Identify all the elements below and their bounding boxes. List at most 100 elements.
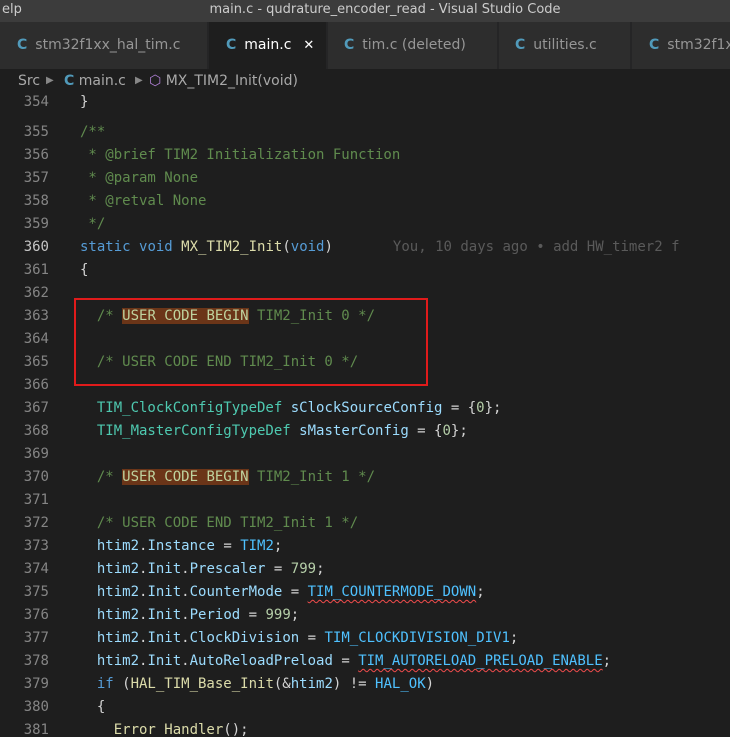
code-text: /* USER CODE BEGIN TIM2_Init 1 */ [80, 469, 376, 485]
code-line: 363 /* USER CODE BEGIN TIM2_Init 0 */ [0, 305, 730, 328]
line-number: 378 [23, 653, 49, 669]
tab-stm32f1xx-hal-tim[interactable]: Cstm32f1xx_hal_tim.c [0, 22, 208, 69]
tab-tim-c-deleted[interactable]: Ctim.c (deleted) [328, 22, 498, 69]
line-number: 377 [23, 630, 49, 646]
line-number: 362 [23, 285, 49, 301]
code-line: 361 { [0, 259, 730, 282]
code-line-current: 360 static void MX_TIM2_Init(void) You, 10… [0, 236, 730, 259]
code-text: /* USER CODE BEGIN TIM2_Init 0 */ [80, 308, 376, 324]
code-line: 373 htim2.Instance = TIM2; [0, 535, 730, 558]
code-line: 359 */ [0, 213, 730, 236]
code-text: /* USER CODE END TIM2_Init 1 */ [80, 515, 359, 531]
breadcrumb-folder[interactable]: Src [18, 69, 40, 93]
code-text: htim2.Init.Period = 999; [96, 607, 300, 623]
line-number: 369 [23, 446, 49, 462]
line-number: 381 [23, 722, 49, 737]
code-line: 380 { [0, 696, 730, 719]
c-file-icon: C [64, 73, 75, 89]
window-title: main.c - qudrature_encoder_read - Visual… [209, 2, 561, 17]
tab-label: tim.c (deleted) [362, 37, 466, 53]
code-line: 356 * @brief TIM2 Initialization Functio… [0, 144, 730, 167]
title-bar: elp main.c - qudrature_encoder_read - Vi… [0, 0, 730, 22]
line-number: 359 [23, 216, 49, 232]
c-file-icon: C [649, 37, 660, 53]
line-number: 357 [23, 170, 49, 186]
code-line: 377 htim2.Init.ClockDivision = TIM_CLOCK… [0, 627, 730, 650]
line-number: 356 [23, 147, 49, 163]
line-number: 360 [23, 239, 49, 255]
code-line: 381 Error_Handler(); [0, 719, 730, 737]
code-text: htim2.Init.Prescaler = 799; [96, 561, 325, 577]
line-number: 367 [23, 400, 49, 416]
method-cube-icon: ⬡ [149, 73, 162, 89]
code-text: */ [80, 216, 106, 232]
line-number: 371 [23, 492, 49, 508]
line-number: 361 [23, 262, 49, 278]
git-blame-annotation: You, 10 days ago • add HW_timer2 f [392, 239, 680, 255]
breadcrumb-file[interactable]: C main.c [64, 69, 126, 93]
code-line: 372 /* USER CODE END TIM2_Init 1 */ [0, 512, 730, 535]
c-file-icon: C [226, 37, 237, 53]
code-text: * @param None [80, 170, 199, 186]
line-number: 358 [23, 193, 49, 209]
breadcrumb: Src ▶ C main.c ▶ ⬡ MX_TIM2_Init(void) [0, 69, 730, 93]
tab-label: stm32f1xx_hal_tim.c [35, 37, 181, 53]
c-file-icon: C [344, 37, 355, 53]
code-text: htim2.Init.AutoReloadPreload = TIM_AUTOR… [96, 653, 612, 669]
line-number: 380 [23, 699, 49, 715]
code-line: 358 * @retval None [0, 190, 730, 213]
code-line: 369 [0, 443, 730, 466]
code-text: TIM_ClockConfigTypeDef sClockSourceConfi… [96, 400, 502, 416]
breadcrumb-symbol-label: MX_TIM2_Init(void) [165, 73, 298, 89]
line-number: 374 [23, 561, 49, 577]
tab-main-c[interactable]: Cmain.c ✕ [209, 22, 327, 69]
line-number: 365 [23, 354, 49, 370]
tab-utilities-c[interactable]: Cutilities.c [499, 22, 631, 69]
code-line: 376 htim2.Init.Period = 999; [0, 604, 730, 627]
code-line: 378 htim2.Init.AutoReloadPreload = TIM_A… [0, 650, 730, 673]
code-text: if (HAL_TIM_Base_Init(&htim2) != HAL_OK) [96, 676, 435, 692]
code-text: } [80, 94, 89, 110]
line-number: 375 [23, 584, 49, 600]
editor-tab-bar: Cstm32f1xx_hal_tim.c Cmain.c ✕ Ctim.c (de… [0, 22, 730, 69]
code-text: htim2.Init.ClockDivision = TIM_CLOCKDIVI… [96, 630, 519, 646]
line-number: 370 [23, 469, 49, 485]
code-line: 366 [0, 374, 730, 397]
code-line: 365 /* USER CODE END TIM2_Init 0 */ [0, 351, 730, 374]
line-number: 364 [23, 331, 49, 347]
line-number: 379 [23, 676, 49, 692]
c-file-icon: C [515, 37, 526, 53]
code-line: 362 [0, 282, 730, 305]
chevron-right-icon: ▶ [46, 75, 54, 86]
code-editor[interactable]: 354} 355 /** 356 * @brief TIM2 Initializa… [0, 93, 730, 737]
code-line: 371 [0, 489, 730, 512]
line-number: 363 [23, 308, 49, 324]
line-number: 368 [23, 423, 49, 439]
tab-label: stm32f1x [667, 37, 730, 53]
code-line: 364 [0, 328, 730, 351]
c-file-icon: C [17, 37, 28, 53]
code-line: 370 /* USER CODE BEGIN TIM2_Init 1 */ [0, 466, 730, 489]
code-text: htim2.Instance = TIM2; [96, 538, 283, 554]
code-text: /* USER CODE END TIM2_Init 0 */ [80, 354, 359, 370]
breadcrumb-file-label: main.c [78, 73, 126, 89]
breadcrumb-symbol[interactable]: ⬡ MX_TIM2_Init(void) [149, 69, 298, 93]
code-text: Error_Handler(); [113, 722, 249, 737]
code-text: * @brief TIM2 Initialization Function [80, 147, 401, 163]
close-icon[interactable]: ✕ [303, 38, 314, 53]
line-number: 355 [23, 124, 49, 140]
tab-stm32f1x[interactable]: Cstm32f1x [632, 22, 730, 69]
code-line: 368 TIM_MasterConfigTypeDef sMasterConfi… [0, 420, 730, 443]
line-number: 372 [23, 515, 49, 531]
code-line: 379 if (HAL_TIM_Base_Init(&htim2) != HAL… [0, 673, 730, 696]
code-line: 355 /** [0, 121, 730, 144]
code-line: 374 htim2.Init.Prescaler = 799; [0, 558, 730, 581]
line-number: 366 [23, 377, 49, 393]
code-text: * @retval None [80, 193, 207, 209]
code-line: 367 TIM_ClockConfigTypeDef sClockSourceC… [0, 397, 730, 420]
code-text: htim2.Init.CounterMode = TIM_COUNTERMODE… [96, 584, 485, 600]
line-number: 373 [23, 538, 49, 554]
code-text: /** [80, 124, 106, 140]
code-text: TIM_MasterConfigTypeDef sMasterConfig = … [96, 423, 468, 439]
code-line: 354} [0, 93, 730, 114]
